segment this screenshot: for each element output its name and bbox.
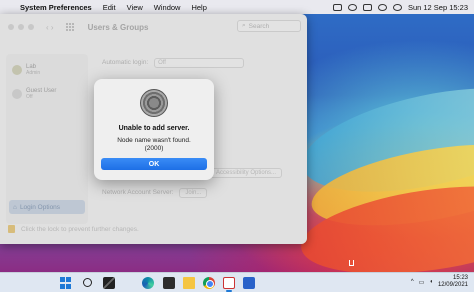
siri-icon[interactable] [392,3,402,11]
network-icon[interactable]: ▭ [419,279,425,286]
error-dialog: Unable to add server. Node name wasn't f… [94,79,214,180]
menubar-clock[interactable]: Sun 12 Sep 15:23 [408,3,468,12]
windows-taskbar: ^ ▭ ◖ 15:23 12/09/2021 [0,272,474,292]
taskbar-date: 12/09/2021 [437,282,468,288]
remote-desktop-icon[interactable] [223,277,235,289]
dialog-title: Unable to add server. [118,125,190,132]
upload-icon [349,260,354,266]
wifi-icon[interactable] [347,3,357,11]
menu-window[interactable]: Window [154,3,181,12]
menu-edit[interactable]: Edit [103,3,116,12]
tray-chevron-icon[interactable]: ^ [411,279,414,285]
taskbar-time: 15:23 [452,275,468,281]
dialog-message-line2: (2000) [144,145,164,152]
spotlight-icon[interactable] [377,3,387,11]
dialog-message-line1: Node name wasn't found. [117,137,191,144]
app-icon[interactable] [243,277,255,289]
dialog-message: Node name wasn't found. (2000) [94,137,214,153]
menu-view[interactable]: View [127,3,143,12]
screen-mirroring-icon[interactable] [332,3,342,11]
chrome-icon[interactable] [203,277,215,289]
system-preferences-gear-icon [140,89,168,117]
file-explorer-icon[interactable] [183,277,195,289]
menu-app-name[interactable]: System Preferences [20,3,92,12]
mac-menubar: System Preferences Edit View Window Help… [0,0,474,14]
menu-help[interactable]: Help [191,3,206,12]
system-tray: ^ ▭ ◖ 15:23 12/09/2021 [411,275,468,289]
taskbar-clock[interactable]: 15:23 12/09/2021 [438,275,468,289]
windows-start-icon[interactable] [60,277,72,289]
control-center-icon[interactable] [362,3,372,11]
store-icon[interactable] [163,277,175,289]
volume-icon[interactable]: ◖ [429,279,433,285]
edge-browser-icon[interactable] [142,277,154,289]
search-icon[interactable] [83,278,92,287]
task-view-icon[interactable] [103,277,115,289]
ok-button[interactable]: OK [101,158,207,170]
